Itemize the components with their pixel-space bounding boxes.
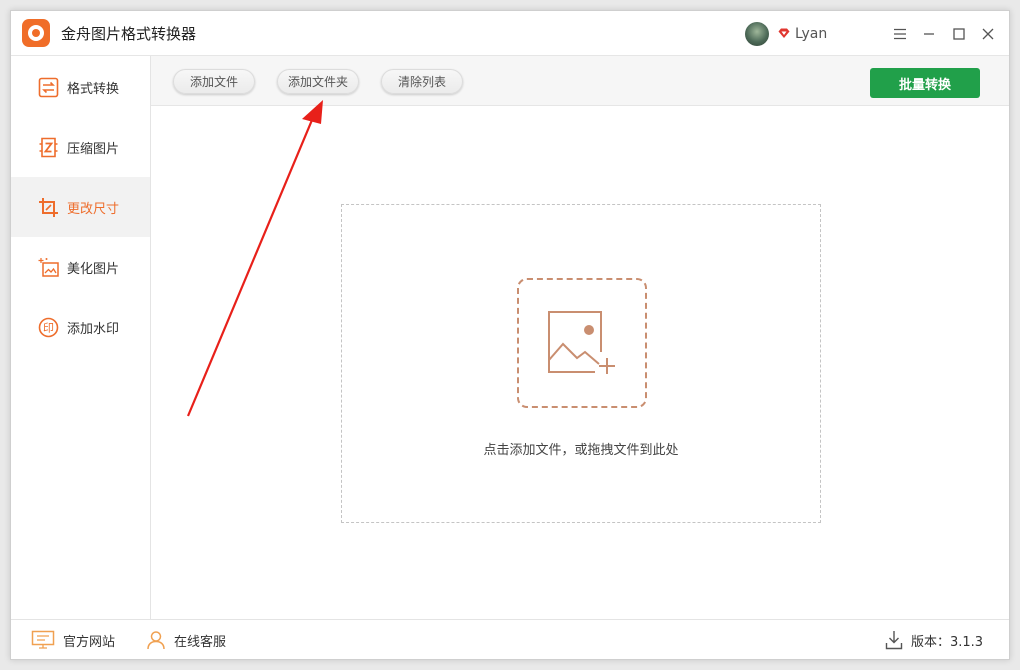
sidebar: 格式转换 压缩图片 更改尺寸 美化图片 印 添加水印 (11, 56, 151, 619)
sidebar-item-format-convert[interactable]: 格式转换 (11, 57, 150, 117)
footer: 官方网站 在线客服 版本：3.1.3 (11, 619, 1009, 659)
crop-icon (39, 197, 58, 217)
version-info: 版本：3.1.3 (885, 630, 983, 650)
compress-icon (39, 137, 58, 157)
official-website-link[interactable]: 官方网站 (31, 630, 115, 650)
add-folder-button[interactable]: 添加文件夹 (277, 69, 359, 94)
app-logo-icon (22, 19, 50, 47)
menu-icon[interactable] (889, 23, 911, 45)
sidebar-item-label: 更改尺寸 (67, 201, 120, 217)
vip-diamond-icon (778, 28, 790, 38)
app-window: 金舟图片格式转换器 Lyan 格式转换 压缩图片 更改尺寸 美化图片 印 添加水… (10, 10, 1010, 660)
sidebar-item-label: 压缩图片 (67, 141, 120, 157)
beautify-icon (38, 257, 59, 277)
monitor-icon (31, 630, 55, 649)
user-name[interactable]: Lyan (795, 26, 827, 42)
sidebar-item-label: 美化图片 (67, 261, 120, 277)
app-title: 金舟图片格式转换器 (61, 25, 197, 43)
official-website-label: 官方网站 (63, 634, 116, 650)
add-image-icon (548, 311, 615, 374)
close-icon[interactable] (977, 23, 999, 45)
sidebar-item-resize[interactable]: 更改尺寸 (11, 177, 150, 237)
swap-icon (38, 77, 59, 97)
sidebar-item-label: 添加水印 (67, 321, 120, 337)
download-icon[interactable] (885, 630, 903, 650)
minimize-icon[interactable] (918, 23, 940, 45)
sidebar-item-beautify[interactable]: 美化图片 (11, 237, 150, 297)
watermark-icon: 印 (38, 317, 59, 337)
file-drop-zone[interactable]: 点击添加文件，或拖拽文件到此处 (341, 204, 821, 523)
clear-list-button[interactable]: 清除列表 (381, 69, 463, 94)
batch-convert-button[interactable]: 批量转换 (870, 68, 980, 98)
svg-text:印: 印 (43, 321, 54, 334)
add-image-icon-frame[interactable] (517, 278, 647, 408)
sidebar-item-watermark[interactable]: 印 添加水印 (11, 297, 150, 357)
user-avatar[interactable] (745, 22, 769, 46)
online-support-label: 在线客服 (174, 634, 227, 650)
add-file-button[interactable]: 添加文件 (173, 69, 255, 94)
online-support-link[interactable]: 在线客服 (146, 630, 226, 650)
title-bar: 金舟图片格式转换器 Lyan (11, 11, 1009, 56)
toolbar: 添加文件 添加文件夹 清除列表 批量转换 (151, 56, 1009, 106)
user-support-icon (147, 631, 165, 650)
sidebar-item-compress[interactable]: 压缩图片 (11, 117, 150, 177)
maximize-icon[interactable] (948, 23, 970, 45)
drop-hint-text: 点击添加文件，或拖拽文件到此处 (483, 443, 679, 458)
sidebar-item-label: 格式转换 (67, 81, 120, 97)
version-label: 版本：3.1.3 (911, 634, 984, 650)
